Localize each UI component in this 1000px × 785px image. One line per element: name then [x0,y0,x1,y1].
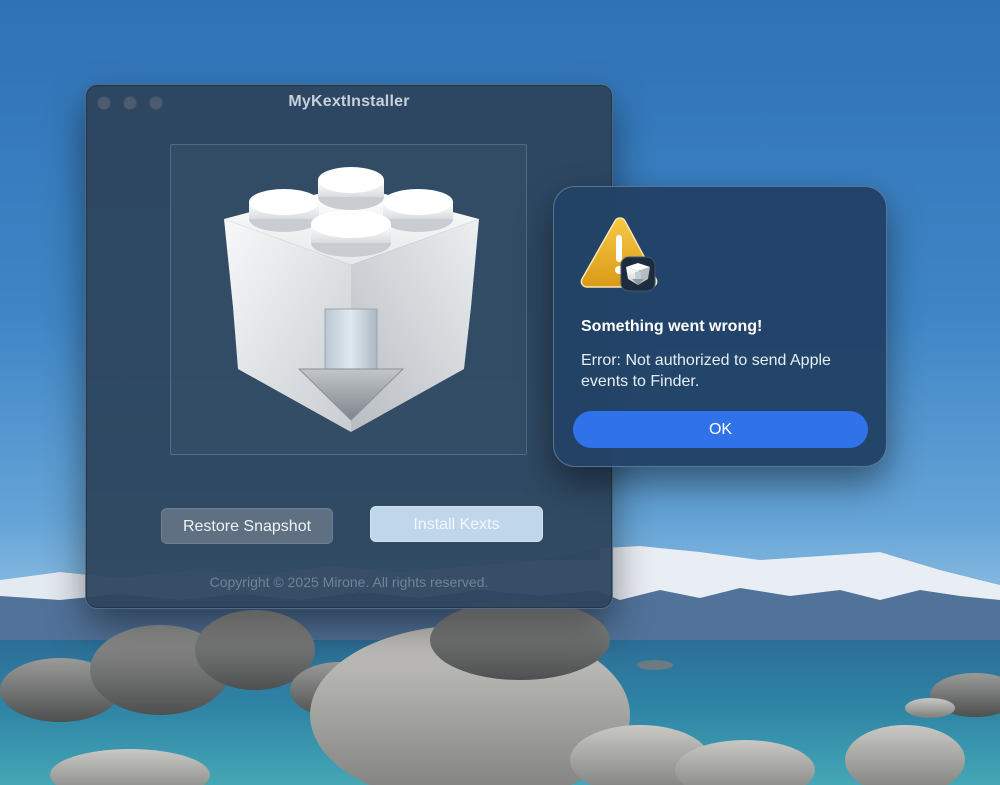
app-window: MyKextInstaller Restore Snapshot Install… [85,84,613,609]
alert-message: Error: Not authorized to send Apple even… [581,352,831,390]
warning-icon [580,217,658,292]
copyright-text: Copyright © 2025 Mirone. All rights rese… [209,574,489,590]
app-icon-well [170,144,527,455]
restore-snapshot-button[interactable]: Restore Snapshot [161,508,333,544]
window-title: MyKextInstaller [288,93,410,110]
alert-title: Something went wrong! [581,318,763,335]
kext-install-icon [224,167,479,432]
ok-button[interactable]: OK [573,411,868,448]
alert-dialog: Something went wrong! Error: Not authori… [553,186,887,467]
install-kexts-button[interactable]: Install Kexts [370,506,543,542]
